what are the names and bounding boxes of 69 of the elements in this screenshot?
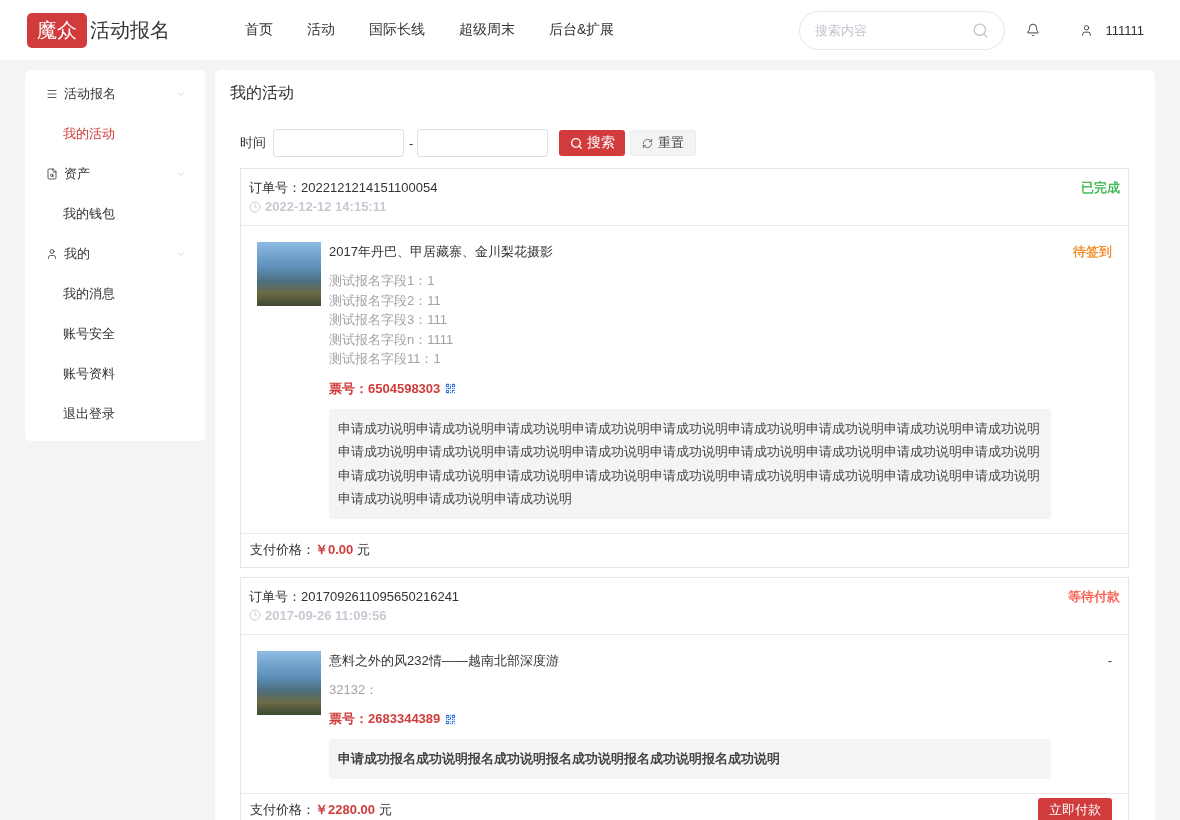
signup-field: 测试报名字段2：11 [329, 290, 454, 310]
logo-mark[interactable]: 魔众 [27, 12, 87, 48]
reset-button[interactable]: 重置 [630, 130, 697, 156]
photo-placeholder [257, 650, 321, 715]
date-input[interactable] [417, 129, 549, 157]
chevron-icon[interactable] [176, 89, 186, 99]
sidebar-item[interactable]: 账号资料 [25, 354, 205, 394]
search-button[interactable]: 搜索 [559, 130, 626, 156]
ticket-number: 票号：6504598303 [329, 379, 441, 398]
price-unit: 元 [379, 801, 392, 819]
order-time: 2022-12-12 14:15:11 [265, 198, 387, 216]
signup-field: 测试报名字段1：1 [329, 271, 454, 291]
photo-placeholder [257, 242, 321, 306]
nav-link[interactable]: 国际长线 [369, 21, 425, 39]
sidebar-item[interactable]: 账号安全 [25, 314, 205, 354]
date-input[interactable] [273, 129, 404, 157]
sidebar-item[interactable]: 退出登录 [25, 394, 205, 434]
chevron-icon[interactable] [176, 169, 186, 179]
refresh-icon [642, 137, 654, 149]
item-status: - [1107, 651, 1112, 670]
sidebar-item[interactable]: 我的活动 [25, 114, 205, 154]
search-field[interactable]: 搜索内容 [799, 10, 1006, 50]
price-label: 支付价格： [250, 541, 315, 559]
order-number: 订单号：2017092611095650216241 [249, 587, 460, 606]
search-icon[interactable] [972, 21, 990, 39]
price-label: 支付价格： [250, 801, 315, 819]
clock-icon [249, 609, 261, 621]
item-status: 待签到 [1073, 243, 1112, 261]
sidebar-group[interactable]: 活动报名 [25, 74, 205, 114]
ticket-number: 票号：2683344389 [329, 710, 441, 728]
user-icon [1080, 23, 1094, 37]
nav-link[interactable]: 后台&扩展 [549, 21, 615, 39]
sidebar-item[interactable]: 我的钱包 [25, 194, 205, 234]
signup-field: 32132： [329, 679, 379, 699]
sidebar-group[interactable]: 我的 [25, 234, 205, 274]
menu-icon [46, 88, 58, 100]
signup-field: 测试报名字段11：1 [329, 349, 454, 369]
nav-link[interactable]: 活动 [307, 21, 335, 39]
range-separator: - [409, 135, 414, 151]
nav-link[interactable]: 首页 [245, 21, 273, 39]
price-amount: ￥0.00 [315, 541, 354, 559]
bell-icon[interactable] [1026, 23, 1041, 37]
site-title: 活动报名 [90, 17, 170, 43]
order-time: 2017-09-26 11:09:56 [265, 606, 387, 625]
pay-button[interactable]: 立即付款 [1038, 798, 1112, 820]
user-icon [46, 248, 58, 260]
success-note: 申请成功说明申请成功说明申请成功说明申请成功说明申请成功说明申请成功说明申请成功说明申请成功说明申请成功说明申请成功说明申请成功说明申请成功说明申请成功说明申请成功说明申请成功说明申请成功说明申请成功说明申请成功说明申请成功说明申请成功说明申请成功说明申请成功说明申请成功说明申请成功说明申请成功说明申请成功说明申请成功说明申请成功说明申请成功说明申请成功说明 [329, 408, 1051, 519]
order-number: 订单号：2022121214151100054 [249, 179, 438, 197]
price-amount: ￥2280.00 [315, 801, 375, 819]
activity-title: 2017年丹巴、甲居藏寨、金川梨花摄影 [329, 243, 553, 261]
sidebar-item[interactable]: 我的消息 [25, 274, 205, 314]
search-icon [569, 136, 583, 150]
chevron-icon[interactable] [176, 249, 186, 259]
clock-icon [249, 200, 261, 213]
qr-code-icon[interactable] [445, 383, 457, 394]
success-note: 申请成功报名成功说明报名成功说明报名成功说明报名成功说明报名成功说明 [329, 739, 1051, 779]
price-unit: 元 [357, 541, 371, 559]
filter-label: 时间 [240, 134, 266, 152]
nav-link[interactable]: 超级周末 [459, 21, 515, 39]
document-search-icon [46, 168, 58, 180]
user-menu[interactable]: 111111 [1080, 22, 1144, 38]
sidebar-group[interactable]: 资产 [25, 154, 205, 194]
signup-field: 测试报名字段3：111 [329, 310, 454, 330]
order-status: 已完成 [1081, 179, 1120, 197]
activity-title: 意料之外的风232情——越南北部深度游 [329, 651, 559, 670]
qr-code-icon[interactable] [445, 713, 457, 725]
signup-field: 测试报名字段n：1111 [329, 329, 454, 349]
order-status: 等待付款 [1068, 587, 1120, 606]
page-title: 我的活动 [229, 82, 295, 103]
